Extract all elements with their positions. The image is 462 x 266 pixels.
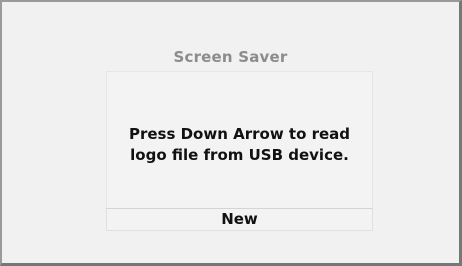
page-title: Screen Saver: [173, 48, 288, 66]
instruction-line-2: logo file from USB device.: [130, 146, 349, 164]
message-panel: Press Down Arrow to read logo file from …: [106, 71, 373, 231]
new-button[interactable]: New: [106, 208, 373, 231]
instruction-message: Press Down Arrow to read logo file from …: [107, 124, 372, 166]
instruction-line-1: Press Down Arrow to read: [128, 125, 351, 143]
screen-saver-window: Screen Saver Press Down Arrow to read lo…: [0, 0, 462, 266]
